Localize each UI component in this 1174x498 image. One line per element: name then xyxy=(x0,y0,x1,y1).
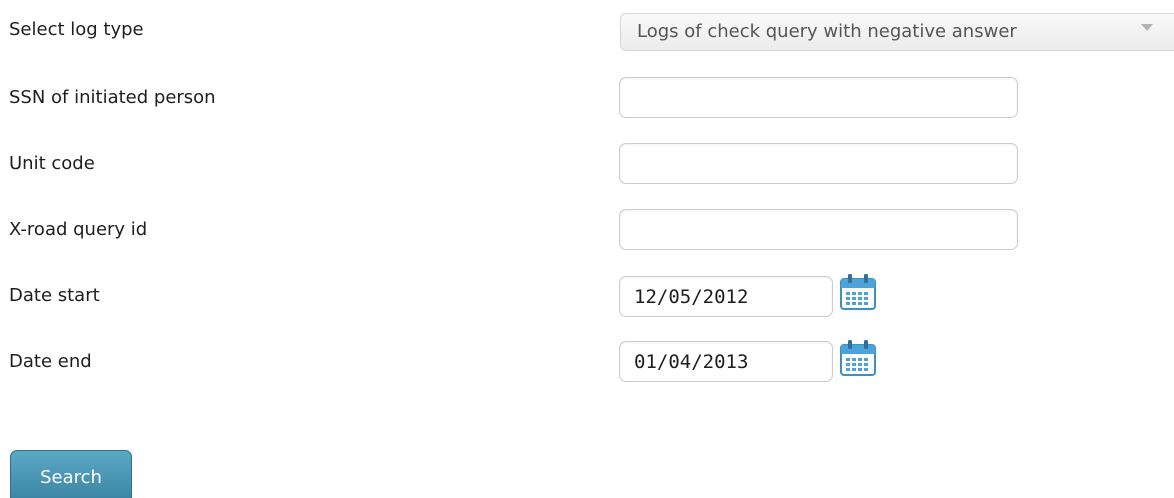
xroad-query-id-label: X-road query id xyxy=(9,219,148,240)
log-type-label: Select log type xyxy=(9,19,144,40)
log-search-form: Select log type Logs of check query with… xyxy=(0,0,1174,498)
date-end-input[interactable] xyxy=(619,341,833,382)
search-button[interactable]: Search xyxy=(10,450,132,498)
ssn-input[interactable] xyxy=(619,77,1018,118)
chevron-down-icon xyxy=(1141,24,1153,31)
log-type-select[interactable]: Logs of check query with negative answer xyxy=(620,13,1174,51)
ssn-label: SSN of initiated person xyxy=(9,87,216,108)
unit-code-label: Unit code xyxy=(9,153,95,174)
date-end-label: Date end xyxy=(9,351,92,372)
row-date-end: Date end xyxy=(0,342,1174,386)
row-date-start: Date start xyxy=(0,276,1174,320)
calendar-icon[interactable] xyxy=(838,339,878,377)
row-log-type: Select log type Logs of check query with… xyxy=(0,0,1174,51)
calendar-icon[interactable] xyxy=(838,273,878,311)
unit-code-input[interactable] xyxy=(619,143,1018,184)
log-type-selected-value: Logs of check query with negative answer xyxy=(637,21,1017,42)
date-start-input[interactable] xyxy=(619,276,833,317)
date-start-label: Date start xyxy=(9,285,100,306)
xroad-query-id-input[interactable] xyxy=(619,209,1018,250)
